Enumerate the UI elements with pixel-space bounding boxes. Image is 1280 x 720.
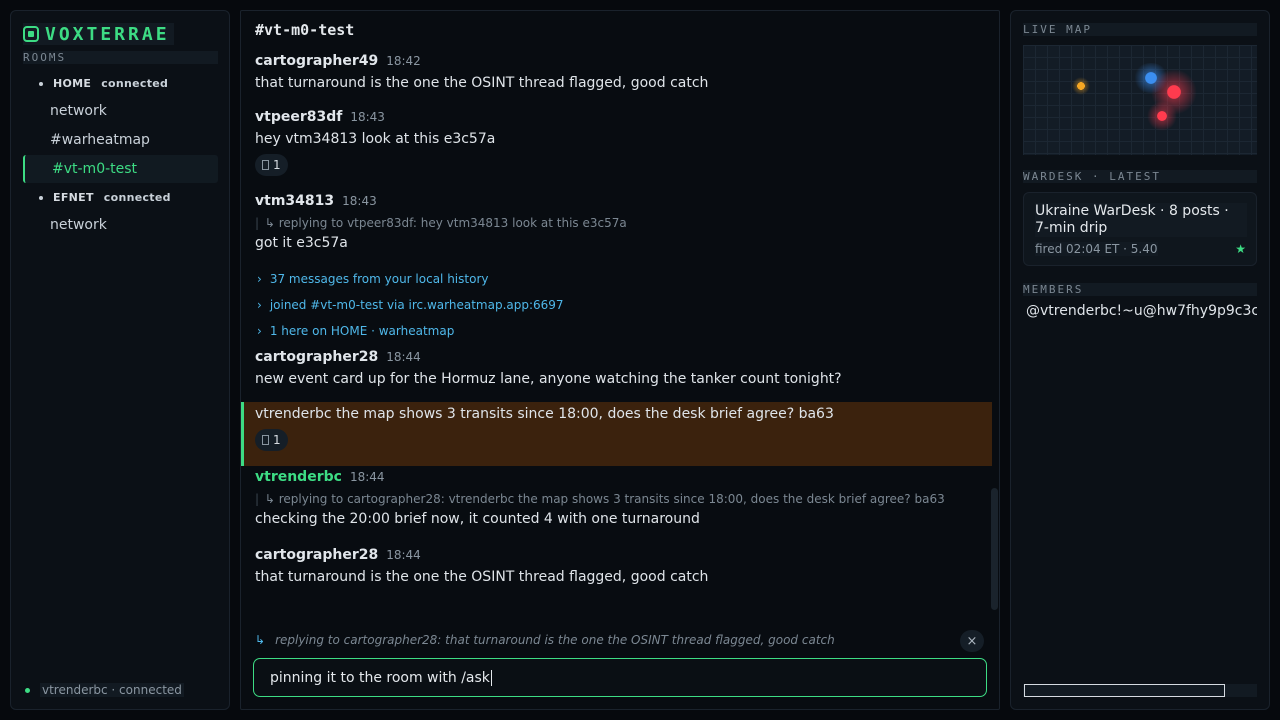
message[interactable]: cartographer28 18:44 new event card up fo… <box>255 349 991 389</box>
reply-reference-text: replying to vtpeer83df: hey vtm34813 loo… <box>278 216 627 230</box>
message[interactable]: vtrenderbc 18:44 | ↳ replying to cartogra… <box>255 469 991 529</box>
message-body: checking the 20:00 brief now, it counted… <box>255 511 700 527</box>
message-author[interactable]: cartographer28 <box>255 349 378 365</box>
reply-arrow-icon: ↳ <box>255 633 266 647</box>
message-input-value: pinning it to the room with /ask <box>270 669 490 686</box>
network-header-efnet[interactable]: EFNET connected <box>39 191 171 204</box>
cancel-reply-button[interactable]: × <box>960 630 984 652</box>
brand: VOXTERRAE <box>23 23 174 45</box>
chevron-right-icon: › <box>257 298 262 312</box>
self-connection-status: vtrenderbc · connected <box>25 683 184 697</box>
sidebar-item-vt-m0-test[interactable]: #vt-m0-test <box>23 155 218 183</box>
reaction-count: 1 <box>273 158 281 172</box>
message-time: 18:43 <box>350 110 385 124</box>
map-hotspot-marker[interactable] <box>1072 77 1090 95</box>
reaction-count: 1 <box>273 433 281 447</box>
network-name: HOME <box>53 77 92 90</box>
network-dot-icon <box>39 81 43 86</box>
message[interactable]: cartographer49 18:42 that turnaround is t… <box>255 53 991 93</box>
network-status: connected <box>101 77 169 90</box>
wardesk-card[interactable]: Ukraine WarDesk · 8 posts · 7-min drip f… <box>1023 192 1257 266</box>
system-line-text: joined #vt-m0-test via irc.warheatmap.ap… <box>269 298 564 312</box>
rooms-section-title: ROOMS <box>23 51 218 64</box>
message-author[interactable]: cartographer28 <box>255 547 378 563</box>
message-body: got it e3c57a <box>255 235 348 251</box>
wardesk-title: WARDESK · LATEST <box>1023 170 1257 183</box>
system-line-text: 37 messages from your local history <box>269 272 489 286</box>
highlighted-message[interactable]: vtrenderbc the map shows 3 transits sinc… <box>241 402 992 466</box>
text-caret <box>490 669 492 686</box>
replying-to-bar: ↳ replying to cartographer28: that turna… <box>255 631 987 649</box>
network-dot-icon <box>39 195 43 200</box>
system-line-presence[interactable]: › 1 here on HOME · warheatmap <box>257 324 454 338</box>
scrollbar-thumb[interactable] <box>991 488 998 610</box>
message-time: 18:42 <box>386 54 421 68</box>
message-input[interactable]: pinning it to the room with /ask <box>253 658 987 697</box>
message[interactable]: vtm34813 18:43 | ↳ replying to vtpeer83df… <box>255 193 991 253</box>
message-body: new event card up for the Hormuz lane, a… <box>255 371 842 387</box>
message-body: vtrenderbc the map shows 3 transits sinc… <box>255 406 834 422</box>
reply-reference[interactable]: | ↳ replying to vtpeer83df: hey vtm34813… <box>255 213 991 233</box>
system-line-joined[interactable]: › joined #vt-m0-test via irc.warheatmap.a… <box>257 298 564 312</box>
reaction-chip[interactable]: 1 <box>255 429 288 451</box>
message[interactable]: vtpeer83df 18:43 hey vtm34813 look at thi… <box>255 109 991 176</box>
app-root: VOXTERRAE ROOMS HOME connected network #… <box>0 0 1280 720</box>
replying-to-text: replying to cartographer28: that turnaro… <box>275 633 835 647</box>
wardesk-headline: Ukraine WarDesk · 8 posts · 7-min drip <box>1035 203 1247 237</box>
message-body: hey vtm34813 look at this e3c57a <box>255 131 496 147</box>
network-status: connected <box>103 191 171 204</box>
message-body: that turnaround is the one the OSINT thr… <box>255 75 709 91</box>
reaction-chip[interactable]: 1 <box>255 154 288 176</box>
chevron-right-icon: › <box>257 324 262 338</box>
room-label: network <box>50 217 107 233</box>
sidebar-item-efnet-network[interactable]: network <box>23 211 218 239</box>
message-body: that turnaround is the one the OSINT thr… <box>255 569 709 585</box>
map-hotspot-marker[interactable] <box>1147 101 1177 131</box>
room-label: network <box>50 103 107 119</box>
member-item[interactable]: @vtrenderbc!~u@hw7fhy9p9c3c <box>1026 303 1257 319</box>
sidebar-item-warheatmap[interactable]: #warheatmap <box>23 126 218 154</box>
reaction-emoji-icon <box>262 160 269 170</box>
network-name: EFNET <box>53 191 94 204</box>
right-panel: LIVE MAP WARDESK · LATEST Ukraine WarDes… <box>1010 10 1270 710</box>
star-icon[interactable]: ★ <box>1235 242 1246 256</box>
message-time: 18:44 <box>386 548 421 562</box>
chevron-right-icon: › <box>257 272 262 286</box>
message[interactable]: cartographer28 18:44 that turnaround is t… <box>255 547 991 587</box>
message-time: 18:43 <box>342 194 377 208</box>
online-dot-icon <box>25 687 30 693</box>
message-author[interactable]: vtm34813 <box>255 193 334 209</box>
system-line-text: 1 here on HOME · warheatmap <box>269 324 455 338</box>
reply-reference[interactable]: | ↳ replying to cartographer28: vtrender… <box>255 489 991 509</box>
live-map[interactable] <box>1023 45 1257 155</box>
message-author[interactable]: cartographer49 <box>255 53 378 69</box>
system-line-history[interactable]: › 37 messages from your local history <box>257 272 488 286</box>
sidebar: VOXTERRAE ROOMS HOME connected network #… <box>10 10 230 710</box>
channel-title: #vt-m0-test <box>255 21 355 39</box>
brand-name: VOXTERRAE <box>45 23 170 45</box>
message-time: 18:44 <box>386 350 421 364</box>
wardesk-meta: fired 02:04 ET · 5.40 <box>1035 242 1158 256</box>
reply-reference-text: replying to cartographer28: vtrenderbc t… <box>278 492 945 506</box>
message-author[interactable]: vtrenderbc <box>255 469 342 485</box>
close-icon: × <box>966 633 978 649</box>
live-map-title: LIVE MAP <box>1023 23 1257 36</box>
reaction-emoji-icon <box>262 435 269 445</box>
bottom-progress-frame <box>1024 684 1225 697</box>
room-label: #vt-m0-test <box>52 161 138 177</box>
chat-panel: #vt-m0-test cartographer49 18:42 that tur… <box>240 10 1000 710</box>
message-time: 18:44 <box>349 470 385 484</box>
sidebar-item-home-network[interactable]: network <box>23 97 218 125</box>
self-status-text: vtrenderbc · connected <box>40 683 184 697</box>
room-label: #warheatmap <box>50 132 150 148</box>
brand-logo-icon <box>23 26 39 42</box>
bottom-progress-bar <box>1023 684 1257 697</box>
message-author[interactable]: vtpeer83df <box>255 109 342 125</box>
network-header-home[interactable]: HOME connected <box>39 77 168 90</box>
members-title: MEMBERS <box>1023 283 1257 296</box>
